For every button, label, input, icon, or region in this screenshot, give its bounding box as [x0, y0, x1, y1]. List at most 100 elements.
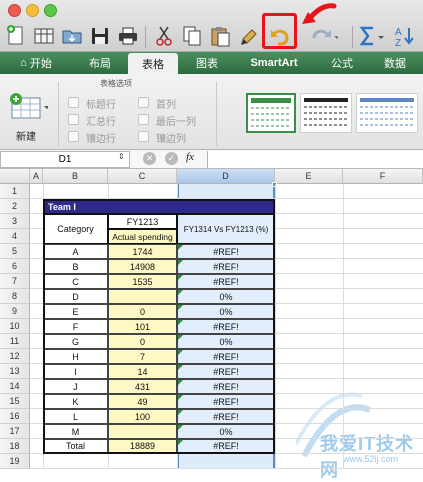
- zoom-window-button[interactable]: [44, 4, 57, 17]
- category-cell[interactable]: J: [43, 379, 108, 394]
- category-cell[interactable]: L: [43, 409, 108, 424]
- table-style-blue[interactable]: [356, 93, 418, 133]
- percent-cell[interactable]: #REF!: [177, 394, 275, 409]
- column-header-e[interactable]: E: [275, 169, 343, 184]
- cancel-entry-icon[interactable]: ✕: [143, 152, 156, 165]
- category-cell[interactable]: E: [43, 304, 108, 319]
- value-cell[interactable]: 100: [108, 409, 177, 424]
- value-cell[interactable]: [108, 424, 177, 439]
- value-cell[interactable]: 7: [108, 349, 177, 364]
- category-cell[interactable]: Total: [43, 439, 108, 454]
- print-button[interactable]: [114, 22, 142, 50]
- value-cell[interactable]: 1535: [108, 274, 177, 289]
- value-cell[interactable]: 1744: [108, 244, 177, 259]
- percent-cell[interactable]: #REF!: [177, 259, 275, 274]
- minimize-window-button[interactable]: [26, 4, 39, 17]
- row-header-18[interactable]: 18: [0, 439, 30, 454]
- column-header-b[interactable]: B: [43, 169, 108, 184]
- sort-button[interactable]: AZ: [392, 22, 420, 50]
- category-cell[interactable]: B: [43, 259, 108, 274]
- copy-button[interactable]: [178, 22, 206, 50]
- close-window-button[interactable]: [8, 4, 21, 17]
- table-title-cell[interactable]: Team I: [43, 199, 275, 214]
- header-compare-cell[interactable]: FY1314 Vs FY1213 (%): [177, 214, 275, 244]
- tab-smartart[interactable]: SmartArt: [236, 52, 312, 74]
- percent-cell[interactable]: #REF!: [177, 244, 275, 259]
- row-header-16[interactable]: 16: [0, 409, 30, 424]
- value-cell[interactable]: 14908: [108, 259, 177, 274]
- category-cell[interactable]: M: [43, 424, 108, 439]
- column-header-f[interactable]: F: [343, 169, 423, 184]
- new-document-button[interactable]: [2, 22, 30, 50]
- percent-cell[interactable]: 0%: [177, 289, 275, 304]
- first-column-checkbox[interactable]: [138, 97, 149, 108]
- function-wizard-button[interactable]: fx: [186, 151, 194, 163]
- header-row-checkbox[interactable]: [68, 97, 79, 108]
- column-header-d[interactable]: D: [177, 169, 275, 184]
- autosum-button[interactable]: [358, 22, 386, 50]
- new-table-button[interactable]: 新建: [6, 92, 54, 143]
- percent-cell[interactable]: #REF!: [177, 349, 275, 364]
- confirm-entry-icon[interactable]: ✓: [165, 152, 178, 165]
- value-cell[interactable]: 101: [108, 319, 177, 334]
- row-header-8[interactable]: 8: [0, 289, 30, 304]
- formula-input[interactable]: [207, 151, 423, 168]
- gallery-button[interactable]: [30, 22, 58, 50]
- row-header-14[interactable]: 14: [0, 379, 30, 394]
- last-column-checkbox[interactable]: [138, 114, 149, 125]
- header-actual-cell[interactable]: Actual spending: [108, 229, 177, 244]
- total-row-checkbox[interactable]: [68, 114, 79, 125]
- percent-cell[interactable]: #REF!: [177, 379, 275, 394]
- open-button[interactable]: [58, 22, 86, 50]
- row-header-9[interactable]: 9: [0, 304, 30, 319]
- percent-cell[interactable]: 0%: [177, 334, 275, 349]
- value-cell[interactable]: 0: [108, 304, 177, 319]
- row-header-3[interactable]: 3: [0, 214, 30, 229]
- banded-rows-checkbox[interactable]: [68, 131, 79, 142]
- value-cell[interactable]: [108, 289, 177, 304]
- category-cell[interactable]: H: [43, 349, 108, 364]
- percent-cell[interactable]: #REF!: [177, 274, 275, 289]
- tab-charts[interactable]: 图表: [182, 52, 232, 74]
- row-header-4[interactable]: 4: [0, 229, 30, 244]
- table-style-dark[interactable]: [300, 93, 352, 133]
- percent-cell[interactable]: 0%: [177, 424, 275, 439]
- tab-table[interactable]: 表格: [128, 53, 178, 74]
- value-cell[interactable]: 14: [108, 364, 177, 379]
- header-fy-cell[interactable]: FY1213: [108, 214, 177, 229]
- value-cell[interactable]: 18889: [108, 439, 177, 454]
- row-header-2[interactable]: 2: [0, 199, 30, 214]
- row-header-15[interactable]: 15: [0, 394, 30, 409]
- name-box-stepper-icon[interactable]: ⇕: [118, 152, 125, 161]
- column-header-c[interactable]: C: [108, 169, 177, 184]
- percent-cell[interactable]: #REF!: [177, 439, 275, 454]
- category-cell[interactable]: I: [43, 364, 108, 379]
- category-cell[interactable]: C: [43, 274, 108, 289]
- row-header-12[interactable]: 12: [0, 349, 30, 364]
- percent-cell[interactable]: #REF!: [177, 364, 275, 379]
- header-category-cell[interactable]: Category: [43, 214, 108, 244]
- save-button[interactable]: [86, 22, 114, 50]
- row-header-1[interactable]: 1: [0, 184, 30, 199]
- cut-button[interactable]: [150, 22, 178, 50]
- row-header-6[interactable]: 6: [0, 259, 30, 274]
- category-cell[interactable]: A: [43, 244, 108, 259]
- tab-data[interactable]: 数据: [370, 52, 420, 74]
- undo-button[interactable]: [266, 22, 294, 50]
- value-cell[interactable]: 0: [108, 334, 177, 349]
- category-cell[interactable]: G: [43, 334, 108, 349]
- row-header-10[interactable]: 10: [0, 319, 30, 334]
- paste-button[interactable]: [206, 22, 234, 50]
- row-header-7[interactable]: 7: [0, 274, 30, 289]
- row-header-11[interactable]: 11: [0, 334, 30, 349]
- percent-cell[interactable]: 0%: [177, 304, 275, 319]
- column-header-a[interactable]: A: [30, 169, 43, 184]
- tab-formulas[interactable]: 公式: [316, 52, 368, 74]
- banded-columns-checkbox[interactable]: [138, 131, 149, 142]
- name-box[interactable]: D1: [0, 151, 130, 168]
- select-all-corner[interactable]: [0, 169, 30, 184]
- row-header-5[interactable]: 5: [0, 244, 30, 259]
- category-cell[interactable]: D: [43, 289, 108, 304]
- category-cell[interactable]: K: [43, 394, 108, 409]
- row-header-13[interactable]: 13: [0, 364, 30, 379]
